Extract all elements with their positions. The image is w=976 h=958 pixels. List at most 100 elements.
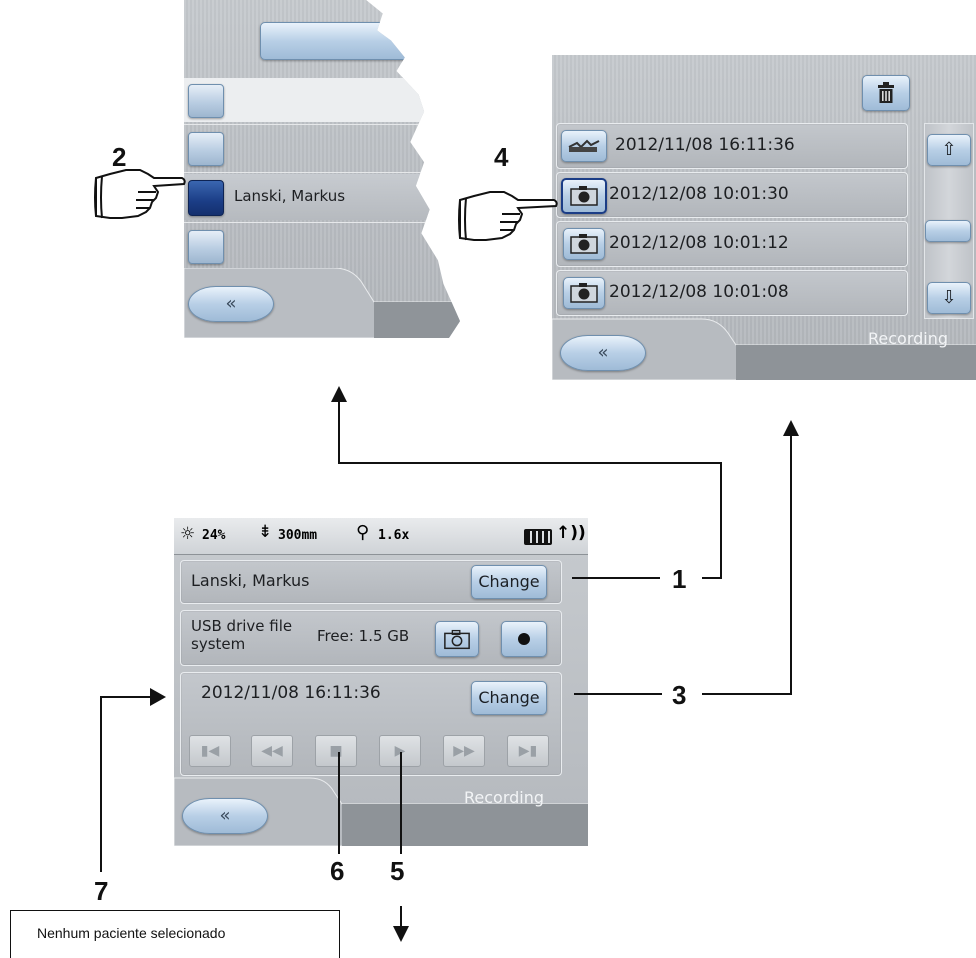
storage-row: USB drive file system Free: 1.5 GB	[180, 610, 562, 666]
battery-icon	[524, 529, 552, 545]
magnifier-icon: ⚲	[356, 522, 370, 543]
skip-end-button[interactable]: ▶▮	[507, 735, 549, 767]
skip-end-icon: ▶▮	[518, 743, 538, 759]
recording-timestamp: 2012/12/08 10:01:30	[609, 184, 789, 204]
callout-line-5	[400, 752, 402, 854]
note-text: Nenhum paciente selecionado	[37, 925, 226, 941]
delete-button[interactable]	[862, 75, 910, 111]
select-checkbox[interactable]	[188, 132, 224, 166]
arrow-up-icon: ⇧	[941, 139, 957, 160]
callout-line-1-up	[338, 400, 340, 464]
footer-label: Recording	[868, 329, 949, 348]
light-icon: ☼	[180, 524, 196, 544]
recording-list-screen: 2012/11/08 16:11:36 2012/12/08 10:01:30 …	[552, 55, 976, 380]
patient-row: Lanski, Markus Change	[180, 560, 562, 604]
select-checkbox[interactable]	[188, 180, 224, 216]
wireless-icon: ↑))	[556, 523, 586, 543]
zoom-level: 1.6x	[378, 528, 410, 543]
callout-number-1: 1	[672, 564, 687, 594]
callout-line-1-vertical	[720, 463, 722, 579]
footer-label: Recording	[464, 788, 545, 807]
camera-icon	[444, 629, 470, 650]
record-icon	[518, 633, 530, 645]
arrow-down-icon	[393, 926, 409, 942]
callout-number-7: 7	[94, 876, 109, 906]
list-item[interactable]	[184, 126, 460, 170]
patient-list-screen: Lanski, Markus «	[184, 0, 460, 338]
callout-line-6	[338, 752, 340, 854]
fast-forward-icon: ▶▶	[453, 743, 475, 759]
callout-number-3: 3	[672, 680, 687, 710]
select-checkbox[interactable]	[188, 230, 224, 264]
patient-name: Lanski, Markus	[234, 187, 346, 205]
back-button[interactable]: «	[188, 286, 274, 322]
back-button[interactable]: «	[560, 335, 646, 371]
status-bar: ☼ 24% ⇟ 300mm ⚲ 1.6x ↑))	[174, 518, 588, 555]
rewind-icon: ◀◀	[261, 743, 283, 759]
pointing-hand-icon	[458, 191, 558, 241]
callout-line-1-top	[338, 462, 722, 464]
main-screen: ☼ 24% ⇟ 300mm ⚲ 1.6x ↑)) Lanski, Markus …	[174, 518, 588, 846]
stop-icon: ■	[329, 743, 343, 759]
double-chevron-left-icon: «	[597, 342, 609, 363]
recording-row: 2012/11/08 16:11:36 Change ▮◀ ◀◀ ■ ▶ ▶▶ …	[180, 672, 562, 776]
camera-icon	[563, 228, 605, 260]
callout-number-6: 6	[330, 856, 345, 886]
rewind-button[interactable]: ◀◀	[251, 735, 293, 767]
callout-number-5: 5	[390, 856, 405, 886]
skip-start-icon: ▮◀	[200, 743, 220, 759]
arrow-up-icon	[331, 386, 347, 402]
top-action-button[interactable]	[260, 22, 412, 60]
recording-timestamp: 2012/12/08 10:01:08	[609, 282, 789, 302]
double-chevron-left-icon: «	[225, 293, 237, 314]
callout-line-3	[574, 693, 662, 695]
callout-line-7-horizontal	[100, 696, 152, 698]
trash-icon	[878, 82, 894, 103]
change-patient-button[interactable]: Change	[471, 565, 547, 599]
camera-icon	[563, 277, 605, 309]
storage-label: USB drive file system	[191, 617, 293, 653]
list-item[interactable]: Lanski, Markus	[184, 174, 460, 220]
arrow-right-icon	[150, 688, 166, 706]
list-item[interactable]: 2012/12/08 10:01:08	[556, 270, 908, 316]
callout-line-1	[572, 577, 660, 579]
storage-free: Free: 1.5 GB	[317, 627, 410, 645]
double-chevron-left-icon: «	[219, 805, 231, 826]
change-recording-button[interactable]: Change	[471, 681, 547, 715]
list-item[interactable]: 2012/11/08 16:11:36	[556, 123, 908, 169]
recording-timestamp: 2012/12/08 10:01:12	[609, 233, 789, 253]
scrollbar[interactable]: ⇧ ⇩	[924, 123, 974, 319]
callout-line-1-tail	[702, 577, 722, 579]
note-box: Nenhum paciente selecionado	[10, 910, 340, 958]
list-item[interactable]	[184, 78, 460, 122]
scroll-up-button[interactable]: ⇧	[927, 134, 971, 166]
change-recording-label: Change	[478, 688, 540, 707]
patient-name: Lanski, Markus	[191, 571, 310, 590]
change-patient-label: Change	[478, 572, 540, 591]
pointing-hand-icon	[94, 169, 186, 219]
light-level: 24%	[202, 528, 226, 543]
video-icon	[561, 130, 607, 162]
callout-line-3-vertical	[790, 434, 792, 695]
fast-forward-button[interactable]: ▶▶	[443, 735, 485, 767]
list-item[interactable]: 2012/12/08 10:01:30	[556, 172, 908, 218]
distance-icon: ⇟	[258, 522, 273, 542]
back-button[interactable]: «	[182, 798, 268, 834]
scroll-thumb[interactable]	[925, 220, 971, 242]
skip-start-button[interactable]: ▮◀	[189, 735, 231, 767]
callout-number-4: 4	[494, 142, 509, 172]
callout-line-7	[100, 696, 102, 872]
list-item[interactable]	[184, 224, 460, 268]
list-item[interactable]: 2012/12/08 10:01:12	[556, 221, 908, 267]
record-button[interactable]	[501, 621, 547, 657]
arrow-up-icon	[783, 420, 799, 436]
callout-line-3-tail	[702, 693, 792, 695]
scroll-down-button[interactable]: ⇩	[927, 282, 971, 314]
recording-timestamp: 2012/11/08 16:11:36	[615, 135, 795, 155]
select-checkbox[interactable]	[188, 84, 224, 118]
recording-date: 2012/11/08 16:11:36	[201, 683, 381, 703]
stop-button[interactable]: ■	[315, 735, 357, 767]
snapshot-button[interactable]	[435, 621, 479, 657]
camera-icon	[561, 178, 607, 214]
working-distance: 300mm	[278, 528, 318, 543]
